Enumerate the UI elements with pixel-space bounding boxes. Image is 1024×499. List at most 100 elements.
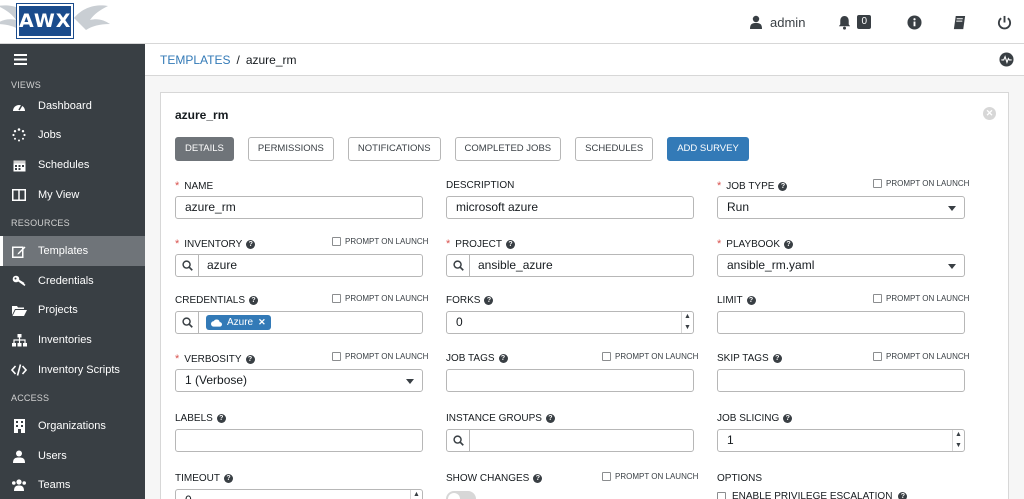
remove-chip-icon[interactable]: ✕ (258, 315, 266, 330)
hamburger-menu-icon[interactable] (14, 54, 27, 65)
user-menu[interactable]: admin (750, 15, 805, 30)
help-icon[interactable]: ? (533, 474, 543, 483)
job-tags-input[interactable] (446, 369, 694, 392)
sidebar-item-teams[interactable]: Teams (0, 470, 145, 499)
show-changes-prompt-checkbox[interactable]: PROMPT ON LAUNCH (602, 472, 698, 481)
playbook-select[interactable]: ansible_rm.yaml (717, 254, 965, 277)
sidebar-item-inventory-scripts[interactable]: Inventory Scripts (0, 355, 145, 385)
number-stepper[interactable]: ▲▼ (410, 490, 422, 499)
sidebar-item-inventories[interactable]: Inventories (0, 325, 145, 355)
checkbox-icon[interactable] (873, 352, 882, 361)
checkbox-icon[interactable] (332, 294, 341, 303)
privilege-escalation-option[interactable]: ENABLE PRIVILEGE ESCALATION ? (717, 491, 908, 499)
credentials-prompt-checkbox[interactable]: PROMPT ON LAUNCH (332, 294, 428, 303)
credential-chip[interactable]: Azure ✕ (206, 315, 271, 330)
tab-details[interactable]: DETAILS (175, 137, 234, 161)
help-icon[interactable]: ? (245, 354, 255, 364)
verbosity-select[interactable]: 1 (Verbose) (175, 369, 423, 392)
inventory-lookup[interactable]: azure (175, 254, 423, 277)
sidebar-section-views: VIEWS (11, 80, 42, 90)
sidebar-item-organizations[interactable]: Organizations (0, 411, 145, 441)
job-slicing-input[interactable]: 1 ▲ ▼ (717, 429, 965, 452)
help-icon[interactable]: ? (772, 354, 782, 363)
help-icon[interactable]: ? (249, 296, 259, 305)
help-icon[interactable]: ? (505, 239, 515, 249)
tab-bar: DETAILS PERMISSIONS NOTIFICATIONS COMPLE… (175, 137, 749, 161)
chevron-up-icon[interactable]: ▲ (682, 312, 693, 323)
checkbox-icon[interactable] (332, 237, 341, 246)
credentials-lookup[interactable]: Azure ✕ (175, 311, 423, 334)
awx-logo[interactable]: AWX (0, 0, 145, 44)
tab-completed-jobs[interactable]: COMPLETED JOBS (454, 137, 562, 161)
sidebar-item-schedules[interactable]: Schedules (0, 150, 145, 180)
checkbox-icon[interactable] (873, 179, 882, 188)
breadcrumb: TEMPLATES / azure_rm (160, 53, 297, 67)
sidebar-item-projects[interactable]: Projects (0, 295, 145, 325)
help-icon[interactable]: ? (246, 239, 256, 249)
number-stepper[interactable]: ▲▼ (681, 312, 693, 333)
sidebar-item-jobs[interactable]: Jobs (0, 120, 145, 150)
tab-permissions[interactable]: PERMISSIONS (247, 137, 334, 161)
limit-prompt-checkbox[interactable]: PROMPT ON LAUNCH (873, 294, 969, 303)
skip-tags-input[interactable] (717, 369, 965, 392)
sidebar-item-dashboard[interactable]: Dashboard (0, 91, 145, 121)
checkbox-icon[interactable] (602, 472, 611, 481)
labels-input[interactable] (175, 429, 423, 452)
description-label: DESCRIPTION (446, 180, 515, 191)
add-survey-button[interactable]: ADD SURVEY (667, 137, 749, 161)
search-button[interactable] (447, 255, 470, 276)
sidebar-item-label: Projects (38, 304, 78, 316)
search-button[interactable] (176, 255, 199, 276)
show-changes-toggle[interactable] (446, 491, 476, 499)
documentation-button[interactable] (950, 13, 968, 31)
chevron-down-icon[interactable]: ▼ (682, 323, 693, 334)
search-button[interactable] (176, 312, 199, 333)
timeout-input[interactable]: 0 ▲▼ (175, 489, 423, 499)
chevron-up-icon[interactable]: ▲ (411, 490, 422, 499)
help-icon[interactable]: ? (498, 354, 508, 363)
activity-stream-icon[interactable] (999, 52, 1014, 67)
tab-schedules[interactable]: SCHEDULES (575, 137, 654, 161)
skip-tags-prompt-checkbox[interactable]: PROMPT ON LAUNCH (873, 352, 969, 361)
verbosity-prompt-checkbox[interactable]: PROMPT ON LAUNCH (332, 352, 428, 361)
help-icon[interactable]: ? (783, 414, 793, 423)
search-button[interactable] (447, 430, 470, 451)
instance-groups-lookup[interactable] (446, 429, 694, 452)
job-type-prompt-checkbox[interactable]: PROMPT ON LAUNCH (873, 179, 969, 188)
help-icon[interactable]: ? (898, 492, 908, 499)
project-lookup[interactable]: ansible_azure (446, 254, 694, 277)
sidebar-item-credentials[interactable]: Credentials (0, 266, 145, 296)
logout-button[interactable] (995, 13, 1013, 31)
checkbox-icon[interactable] (873, 294, 882, 303)
job-type-select[interactable]: Run (717, 196, 965, 219)
close-icon[interactable]: ✕ (983, 107, 996, 120)
notifications-button[interactable]: 0 (837, 15, 871, 30)
help-icon[interactable]: ? (778, 181, 788, 191)
sidebar-item-my-view[interactable]: My View (0, 180, 145, 210)
breadcrumb-templates-link[interactable]: TEMPLATES (160, 53, 230, 67)
help-icon[interactable]: ? (216, 414, 226, 423)
help-icon[interactable]: ? (784, 239, 794, 249)
tab-notifications[interactable]: NOTIFICATIONS (347, 137, 441, 161)
chevron-up-icon[interactable]: ▲ (953, 430, 964, 441)
help-icon[interactable]: ? (545, 414, 555, 423)
inventory-prompt-checkbox[interactable]: PROMPT ON LAUNCH (332, 237, 428, 246)
job-tags-prompt-checkbox[interactable]: PROMPT ON LAUNCH (602, 352, 698, 361)
checkbox-icon[interactable] (602, 352, 611, 361)
forks-input[interactable]: 0 ▲ ▼ (446, 311, 694, 334)
help-icon[interactable]: ? (484, 296, 494, 305)
top-header: AWX admin 0 (0, 0, 1024, 44)
help-icon[interactable]: ? (224, 474, 233, 483)
help-icon[interactable]: ? (746, 296, 756, 305)
sidebar-item-templates[interactable]: Templates (0, 236, 145, 266)
name-input[interactable]: azure_rm (175, 196, 423, 219)
chevron-down-icon[interactable]: ▼ (953, 441, 964, 452)
checkbox-icon[interactable] (717, 492, 726, 499)
checkbox-icon[interactable] (332, 352, 341, 361)
limit-input[interactable] (717, 311, 965, 334)
sidebar-item-users[interactable]: Users (0, 441, 145, 471)
sitemap-icon (11, 333, 27, 346)
about-button[interactable] (905, 13, 923, 31)
description-input[interactable]: microsoft azure (446, 196, 694, 219)
number-stepper[interactable]: ▲▼ (952, 430, 964, 451)
